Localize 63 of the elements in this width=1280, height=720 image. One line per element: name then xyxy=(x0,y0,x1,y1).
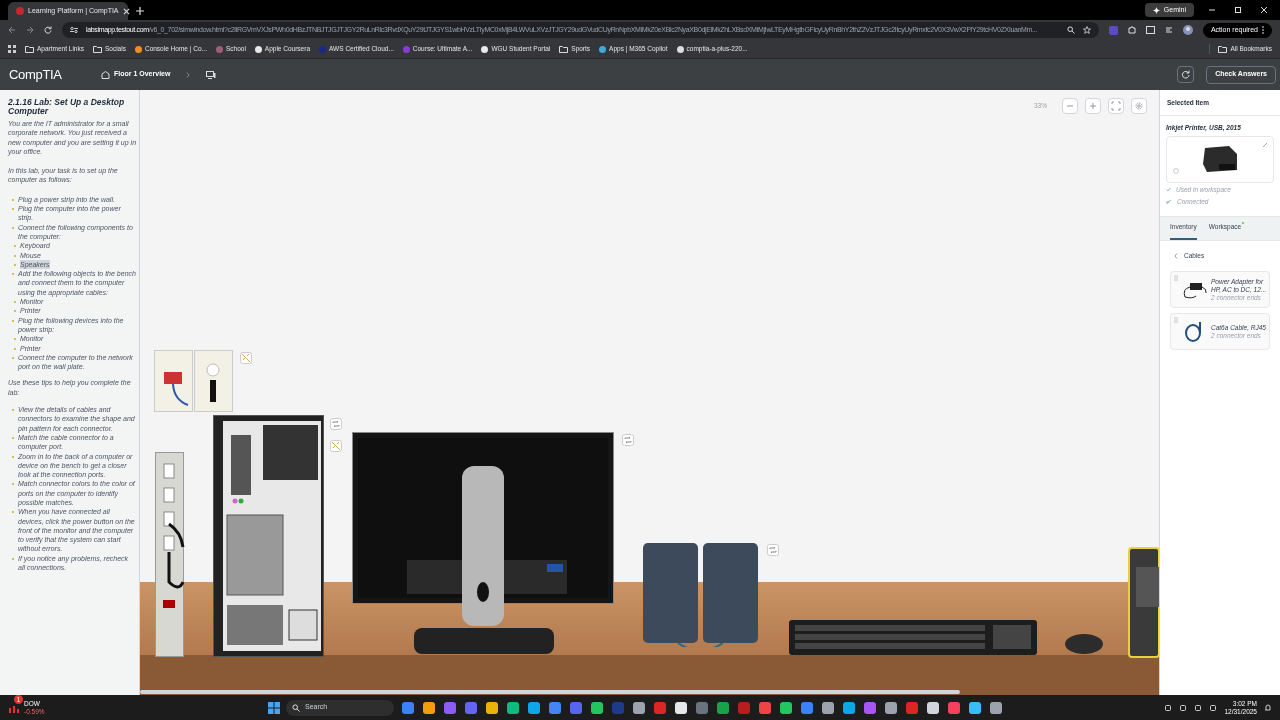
folder-icon xyxy=(1218,45,1228,53)
close-icon[interactable] xyxy=(122,7,130,15)
app-icon[interactable] xyxy=(926,701,939,714)
settings-icon xyxy=(1134,101,1144,111)
site-settings-icon[interactable] xyxy=(70,26,78,34)
app-icon[interactable] xyxy=(527,701,540,714)
apps-icon[interactable] xyxy=(8,45,16,53)
start-icon[interactable] xyxy=(268,701,280,714)
comptia-logo: CompTIA xyxy=(9,65,63,84)
search-icon xyxy=(292,703,300,712)
new-tab-icon[interactable] xyxy=(136,7,144,15)
app-icon[interactable] xyxy=(968,701,981,714)
lab-title: 2.1.16 Lab: Set Up a Desktop Computer xyxy=(8,98,126,116)
address-bar[interactable] xyxy=(62,22,1099,38)
display-icon[interactable] xyxy=(1194,703,1203,712)
check-icon xyxy=(1166,187,1171,193)
computer-tower-drawing[interactable] xyxy=(213,415,324,657)
speakers-drawing[interactable] xyxy=(643,543,758,647)
printer-icon xyxy=(1201,144,1239,175)
sparkle-icon xyxy=(1152,6,1160,14)
plus-icon xyxy=(1088,101,1098,111)
chevron-up-icon[interactable] xyxy=(1164,703,1173,712)
printer-drawing[interactable] xyxy=(1128,547,1159,658)
back-icon[interactable] xyxy=(8,26,16,34)
app-icon[interactable] xyxy=(632,701,645,714)
tab-search-icon[interactable] xyxy=(1145,26,1155,34)
folder-icon xyxy=(25,45,34,53)
reading-list-icon[interactable] xyxy=(1164,26,1173,34)
minimize-icon[interactable] xyxy=(1208,6,1216,14)
building-icon xyxy=(101,70,110,79)
app-icon[interactable] xyxy=(506,701,519,714)
mouse-drawing[interactable] xyxy=(1064,633,1104,655)
restore-icon[interactable] xyxy=(1234,6,1242,14)
back-chevron-icon xyxy=(1174,253,1178,260)
forward-icon[interactable] xyxy=(26,26,34,34)
fullscreen-icon xyxy=(1111,101,1121,111)
app-icon[interactable] xyxy=(842,701,855,714)
chevron-icon xyxy=(186,71,191,78)
star-icon[interactable] xyxy=(1082,26,1091,34)
speaker-icon[interactable] xyxy=(1209,703,1218,712)
zoom-icon[interactable] xyxy=(1066,26,1075,34)
reset-button[interactable] xyxy=(1177,66,1195,83)
app-icon[interactable] xyxy=(485,701,498,714)
reload-icon[interactable] xyxy=(44,26,52,34)
app-icon[interactable] xyxy=(779,701,792,714)
folder-icon xyxy=(559,45,569,53)
app-icon[interactable] xyxy=(674,701,687,714)
wall-plate-drawing[interactable] xyxy=(154,350,234,412)
link-icon xyxy=(1166,198,1172,204)
power-strip-drawing[interactable] xyxy=(155,452,185,657)
close-icon[interactable] xyxy=(1260,6,1268,14)
scrollbar[interactable] xyxy=(140,690,960,694)
app-icon[interactable] xyxy=(422,701,435,714)
folder-icon xyxy=(92,45,102,53)
workstation-icon[interactable] xyxy=(206,70,217,79)
profile-icon[interactable] xyxy=(1182,25,1193,35)
refresh-icon xyxy=(1181,70,1191,79)
app-icon[interactable] xyxy=(821,701,834,714)
bell-icon[interactable] xyxy=(1264,703,1272,712)
app-icon[interactable] xyxy=(884,701,897,714)
microphone-icon[interactable] xyxy=(1179,703,1188,712)
app-icon[interactable] xyxy=(989,701,1002,714)
app-icon[interactable] xyxy=(590,701,603,714)
